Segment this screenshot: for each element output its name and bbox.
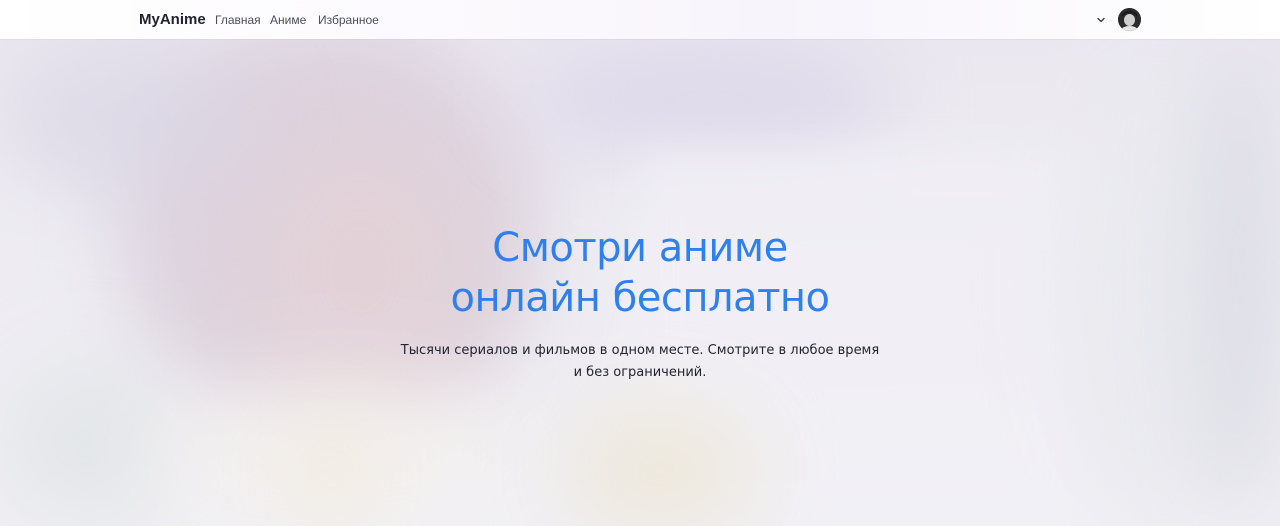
chevron-down-icon[interactable] [1095, 14, 1107, 26]
hero-section: Смотри аниме онлайн бесплатно Тысячи сери… [0, 39, 1280, 526]
hero-subtitle: Тысячи сериалов и фильмов в одном месте.… [390, 340, 890, 384]
brand-logo[interactable]: MyAnime [139, 11, 206, 28]
hero-title-line2: онлайн бесплатно [450, 275, 831, 321]
page: MyAnime Главная Аниме Избранное Смотри а… [0, 0, 1280, 526]
hero-title-line1: Смотри аниме [492, 225, 788, 271]
nav-link-anime[interactable]: Аниме [270, 13, 306, 27]
hero-subtitle-line2: и без ограничений. [573, 365, 707, 380]
hero-title: Смотри аниме онлайн бесплатно [340, 223, 940, 323]
user-menu-toggle[interactable] [1095, 7, 1145, 32]
hero-subtitle-line1: Тысячи сериалов и фильмов в одном месте.… [400, 343, 880, 358]
user-avatar[interactable] [1118, 8, 1141, 31]
nav-link-favorites[interactable]: Избранное [318, 13, 379, 27]
top-navbar: MyAnime Главная Аниме Избранное [0, 0, 1280, 39]
nav-link-home[interactable]: Главная [215, 13, 261, 27]
